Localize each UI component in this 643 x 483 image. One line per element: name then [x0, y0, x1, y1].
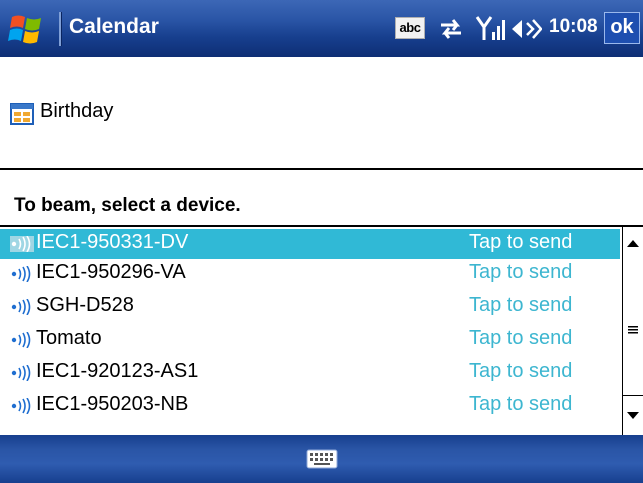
scroll-thumb[interactable]: [623, 267, 643, 395]
tap-to-send-label[interactable]: Tap to send: [469, 294, 572, 317]
bluetooth-device-icon: [10, 397, 34, 415]
device-name: IEC1-950331-DV: [36, 231, 189, 253]
device-row[interactable]: Tomato Tap to send: [0, 325, 620, 355]
tap-to-send-label[interactable]: Tap to send: [469, 261, 572, 284]
device-row[interactable]: IEC1-950203-NB Tap to send: [0, 391, 620, 421]
bluetooth-device-icon: [10, 235, 34, 253]
ok-button[interactable]: ok: [604, 12, 640, 44]
tap-to-send-label[interactable]: Tap to send: [469, 231, 572, 254]
device-name: IEC1-950296-VA: [36, 261, 186, 283]
app-title: Calendar: [69, 15, 159, 38]
title-separator: [59, 12, 62, 46]
item-label: Birthday: [40, 100, 114, 122]
bluetooth-device-icon: [10, 364, 34, 382]
input-mode-icon[interactable]: abc: [395, 17, 425, 39]
windows-flag-icon[interactable]: [8, 11, 48, 47]
device-name: IEC1-920123-AS1: [36, 360, 199, 382]
device-list[interactable]: IEC1-950331-DV Tap to send IEC1-950296-V…: [0, 225, 643, 436]
bluetooth-device-icon: [10, 265, 34, 283]
title-bar: Calendar abc 10:08 ok: [0, 0, 643, 57]
sync-arrows-icon[interactable]: [437, 16, 465, 42]
speaker-icon[interactable]: [510, 16, 543, 42]
bluetooth-device-icon: [10, 331, 34, 349]
scroll-up-button[interactable]: [623, 227, 643, 268]
device-row[interactable]: SGH-D528 Tap to send: [0, 292, 620, 322]
scroll-down-button[interactable]: [623, 395, 643, 436]
divider: [0, 168, 643, 170]
calendar-icon: [10, 103, 34, 125]
signal-strength-icon[interactable]: [475, 14, 505, 42]
keyboard-icon[interactable]: [306, 447, 338, 471]
device-name: SGH-D528: [36, 294, 134, 316]
device-name: Tomato: [36, 327, 102, 349]
scrollbar[interactable]: [622, 227, 643, 436]
device-row[interactable]: IEC1-950296-VA Tap to send: [0, 259, 620, 289]
tap-to-send-label[interactable]: Tap to send: [469, 327, 572, 350]
device-row[interactable]: IEC1-950331-DV Tap to send: [0, 229, 620, 259]
beam-prompt: To beam, select a device.: [14, 195, 241, 216]
tap-to-send-label[interactable]: Tap to send: [469, 393, 572, 416]
scroll-grip-icon: [628, 326, 638, 334]
bluetooth-device-icon: [10, 298, 34, 316]
device-row[interactable]: IEC1-920123-AS1 Tap to send: [0, 358, 620, 388]
bottom-bar: [0, 435, 643, 483]
device-name: IEC1-950203-NB: [36, 393, 189, 415]
clock[interactable]: 10:08: [549, 16, 598, 38]
tap-to-send-label[interactable]: Tap to send: [469, 360, 572, 383]
